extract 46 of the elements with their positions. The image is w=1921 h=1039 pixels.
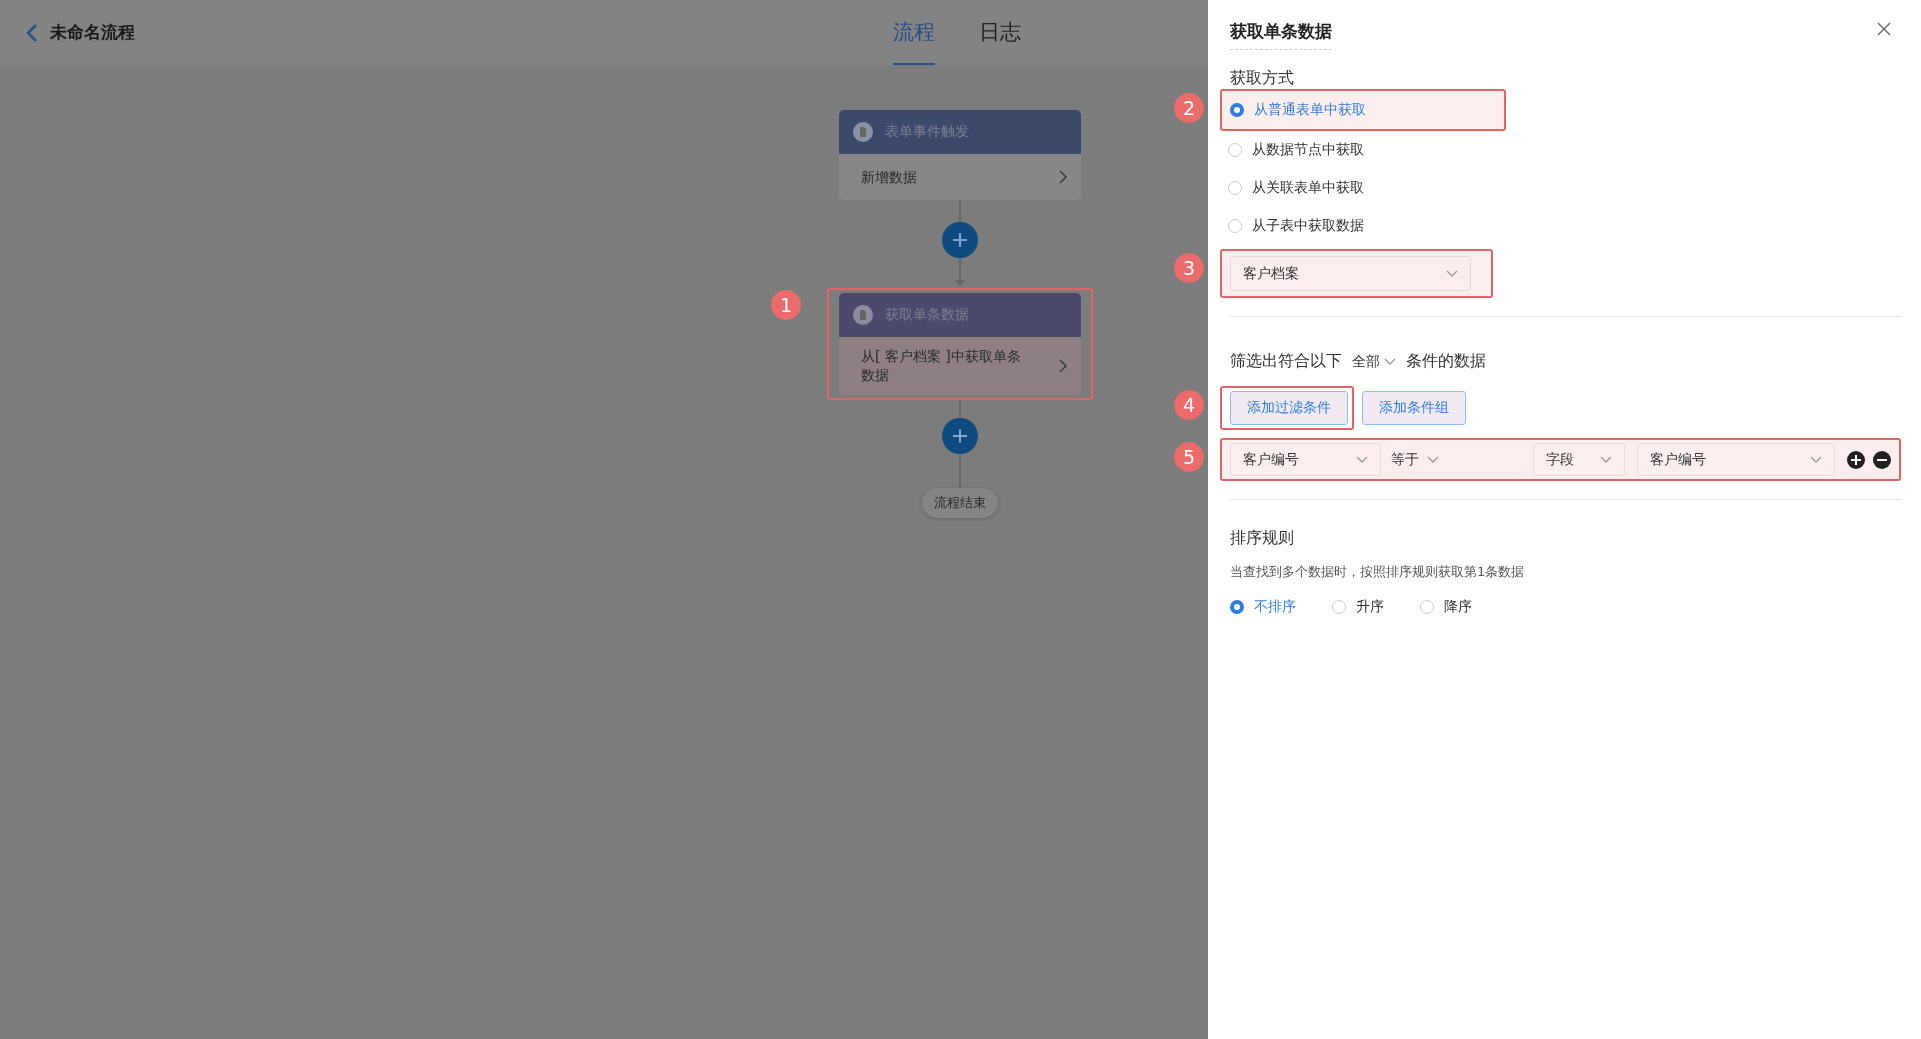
filter-label: 条件的数据 [1406,351,1486,372]
plus-icon [951,427,969,445]
node-title: 表单事件触发 [885,123,969,141]
plus-icon [951,231,969,249]
chevron-down-icon [1600,455,1613,464]
flow-title: 未命名流程 [50,21,135,44]
panel-title: 获取单条数据 [1230,20,1332,50]
chevron-down-icon [1426,455,1439,464]
chevron-down-icon [1355,455,1368,464]
section-label: 排序规则 [1230,528,1295,549]
chevron-right-icon [1059,359,1067,373]
radio-option[interactable]: 从数据节点中获取 [1228,132,1364,168]
sort-hint: 当查找到多个数据时，按照排序规则获取第1条数据 [1230,563,1526,581]
add-button[interactable]: 添加过滤条件 [1230,391,1348,425]
value-select[interactable]: 客户编号 [1637,443,1835,476]
radio-option[interactable]: 从关联表单中获取 [1228,170,1364,206]
value-type-select[interactable]: 字段 [1533,443,1626,476]
radio-option[interactable]: 不排序 [1230,589,1296,624]
chevron-down-icon [1810,455,1822,464]
add-button[interactable]: 添加条件组 [1362,391,1466,425]
section-label: 获取方式 [1230,68,1295,89]
radio-option[interactable]: 从子表中获取数据 [1228,208,1364,244]
filter-label: 筛选出符合以下 [1230,351,1342,372]
arrow-down-icon [954,258,966,288]
node-description: 从[ 客户档案 ]中获取单条数据 [861,347,1022,385]
tab[interactable]: 日志 [979,0,1021,65]
document-icon [853,122,873,142]
add-node-button[interactable] [942,222,978,258]
match-dropdown[interactable]: 全部 [1352,352,1396,371]
chevron-right-icon [1059,170,1067,184]
node-description: 新增数据 [861,167,918,187]
chevron-down-icon [1384,357,1396,366]
radio-option[interactable]: 升序 [1332,589,1384,624]
radio-option[interactable]: 降序 [1420,589,1472,624]
radio-option[interactable]: 从普通表单中获取 [1230,92,1366,128]
callout-number: 1 [771,290,801,320]
form-select[interactable]: 客户档案 [1230,256,1471,291]
add-node-button[interactable] [942,418,978,454]
flow-node-card[interactable]: 表单事件触发 新增数据 [839,110,1081,200]
chevron-down-icon [1446,269,1458,278]
operator-dropdown[interactable]: 等于 [1380,443,1534,476]
add-condition-icon[interactable] [1847,450,1865,469]
remove-condition-icon[interactable] [1873,450,1891,469]
flow-end-node: 流程结束 [922,488,998,518]
field-select[interactable]: 客户编号 [1230,443,1381,476]
document-icon [853,305,873,325]
